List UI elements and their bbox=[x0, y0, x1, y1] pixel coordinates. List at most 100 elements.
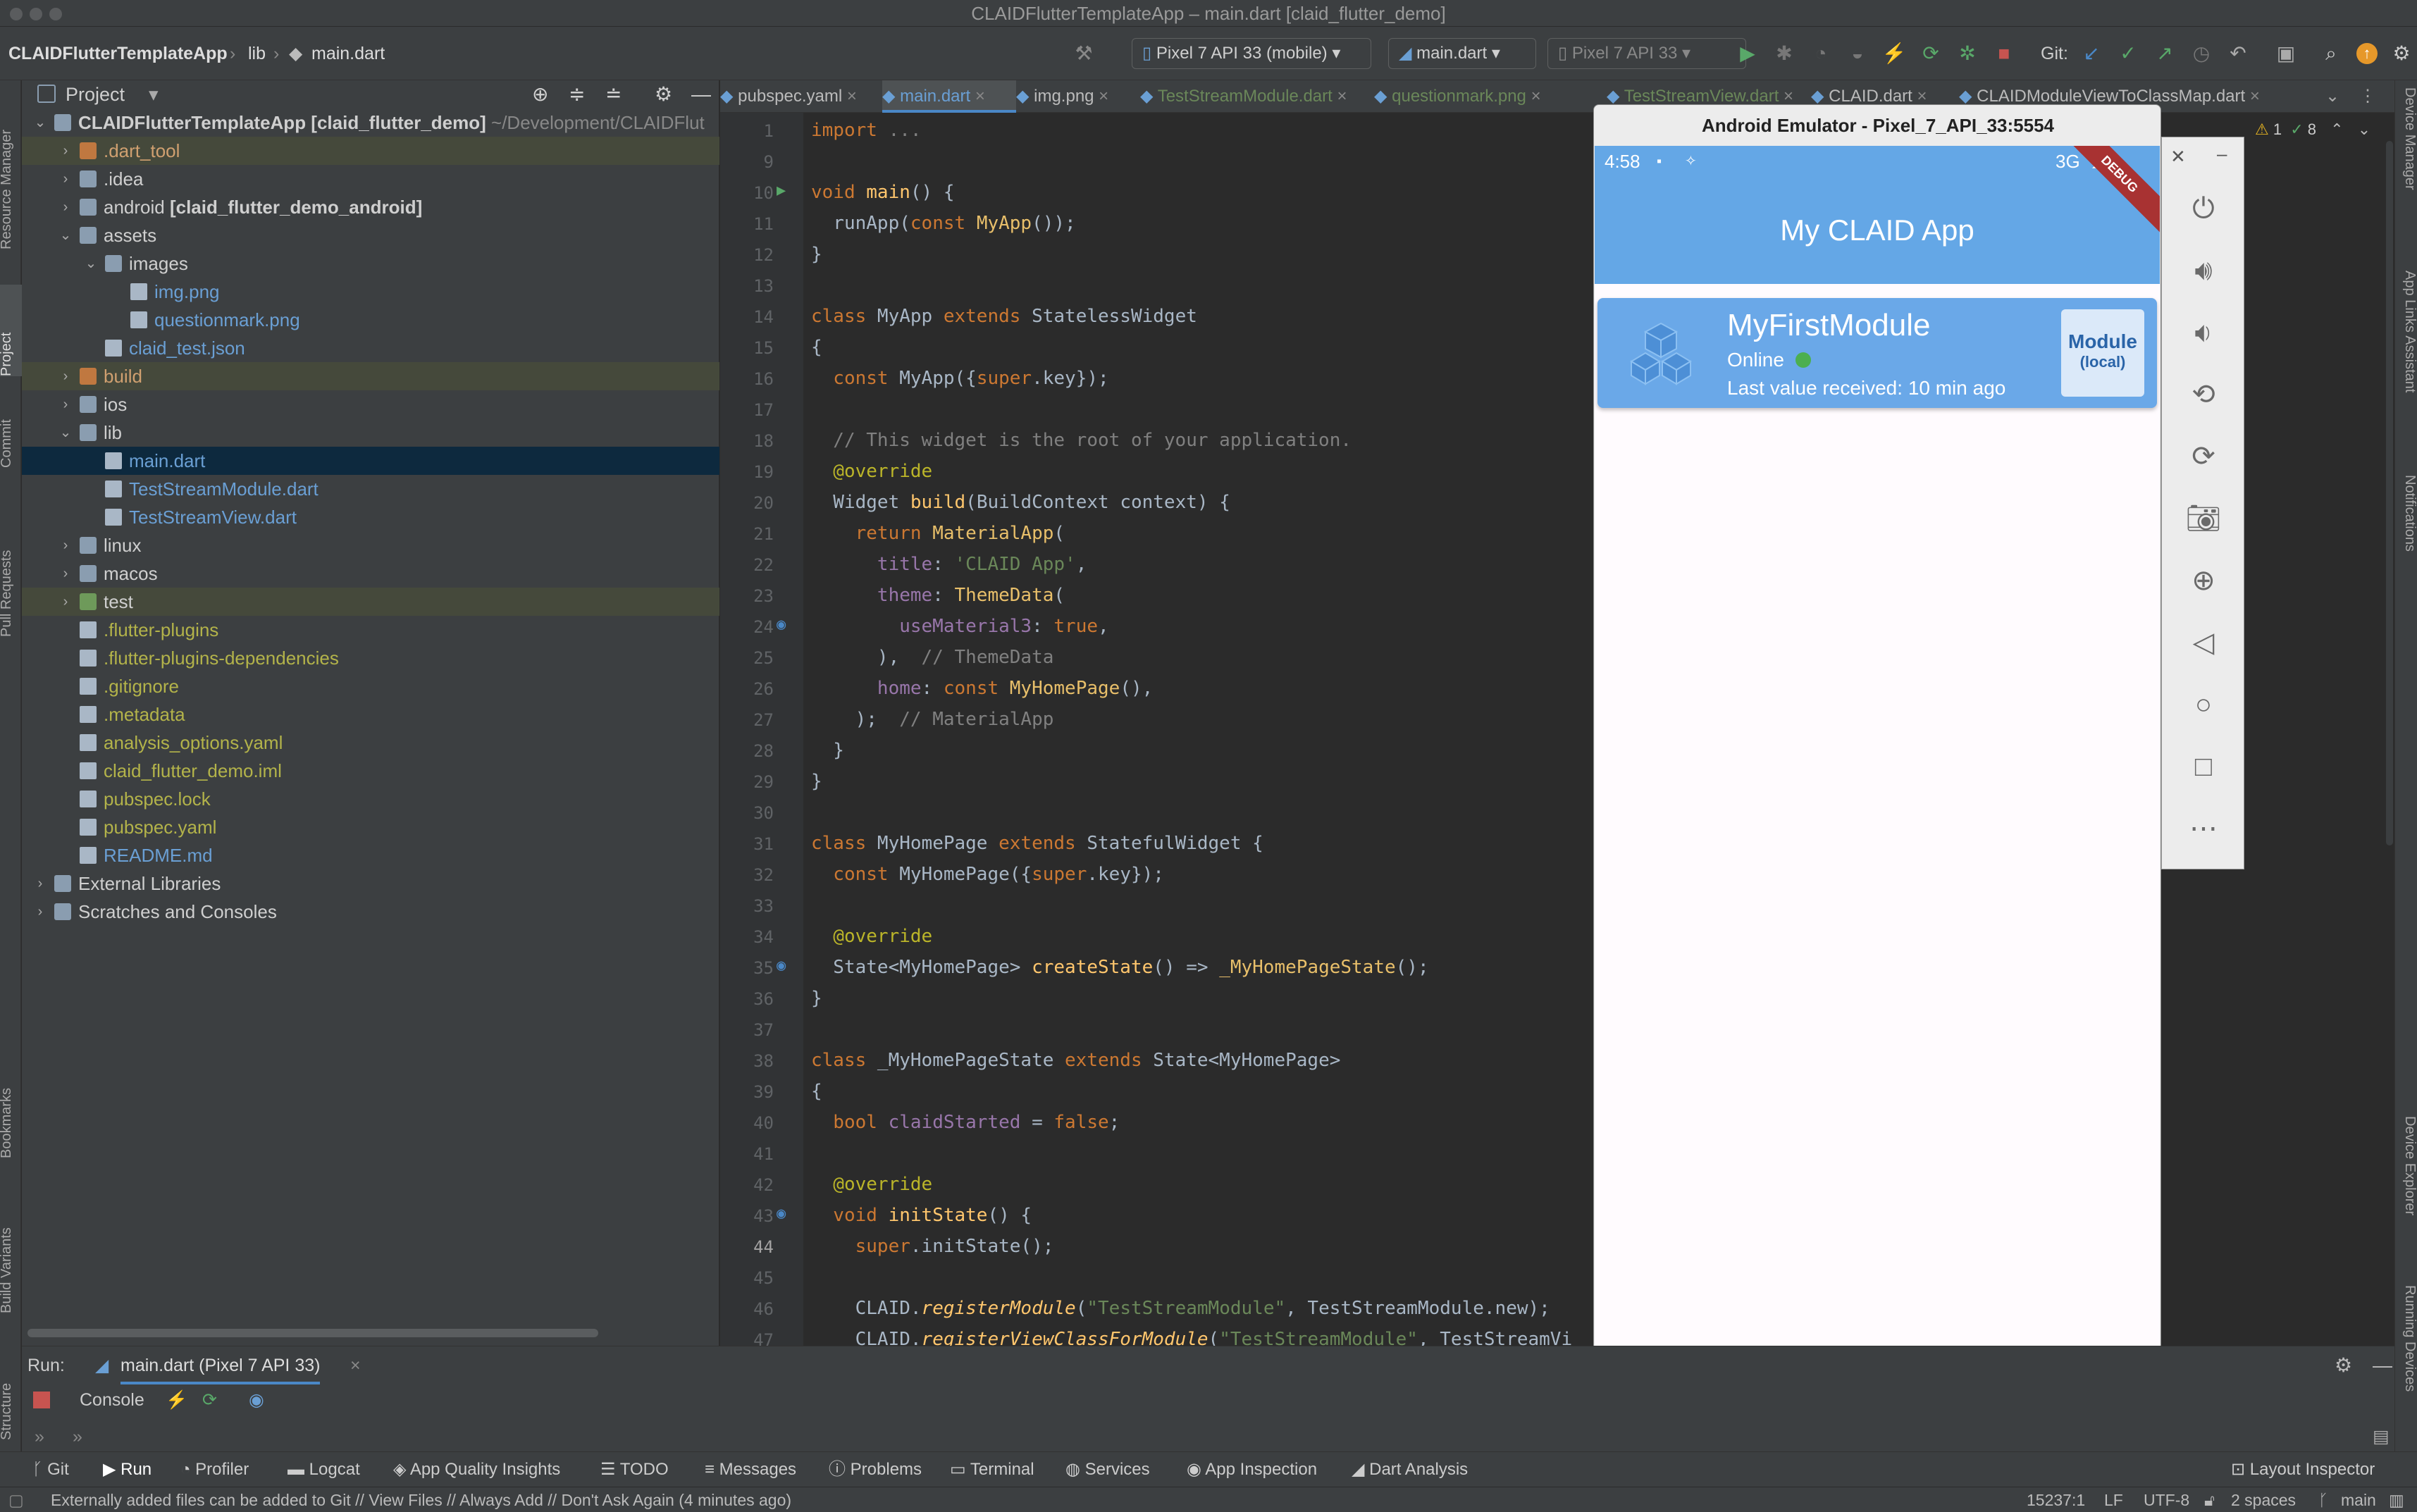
breadcrumb-lib[interactable]: lib bbox=[248, 27, 266, 80]
tree-item[interactable]: .flutter-plugins bbox=[22, 616, 719, 644]
tool-bookmarks[interactable]: Bookmarks bbox=[0, 1046, 23, 1158]
tool-window-button[interactable]: ⓘ Problems bbox=[829, 1452, 922, 1487]
code-line[interactable]: ); // MaterialApp bbox=[811, 709, 1054, 730]
tree-item[interactable]: › ios bbox=[22, 390, 719, 419]
tree-item[interactable]: › External Libraries bbox=[22, 869, 719, 898]
code-line[interactable]: } bbox=[811, 771, 822, 792]
memory-icon[interactable]: ▥ bbox=[2389, 1487, 2404, 1512]
more-tabs-icon[interactable]: ⋮ bbox=[2359, 80, 2376, 113]
settings-icon[interactable]: ⚙ bbox=[655, 80, 672, 109]
code-line[interactable]: title: 'CLAID App', bbox=[811, 554, 1087, 575]
tree-item[interactable]: pubspec.yaml bbox=[22, 813, 719, 841]
code-line[interactable]: useMaterial3: true, bbox=[811, 616, 1108, 637]
chevron-right-icon[interactable]: › bbox=[58, 137, 73, 165]
hammer-icon[interactable]: ⚒ bbox=[1071, 41, 1096, 66]
device-selector[interactable]: ▯ Pixel 7 API 33 (mobile) ▾ bbox=[1132, 38, 1371, 69]
volume-down-icon[interactable]: 🔉︎ bbox=[2183, 312, 2224, 353]
indent-setting[interactable]: 2 spaces bbox=[2231, 1487, 2296, 1512]
code-line[interactable]: ), // ThemeData bbox=[811, 647, 1053, 668]
tree-item[interactable]: ⌄ lib bbox=[22, 419, 719, 447]
devtools-icon[interactable]: ◉ bbox=[249, 1384, 264, 1415]
code-line[interactable]: CLAID.registerModule("TestStreamModule",… bbox=[811, 1298, 1550, 1319]
project-view-selector[interactable]: Project bbox=[66, 80, 125, 109]
code-line[interactable]: @override bbox=[811, 1174, 932, 1195]
tree-item[interactable]: main.dart bbox=[22, 447, 719, 475]
close-tab-icon[interactable]: × bbox=[842, 87, 857, 106]
bug-icon[interactable]: ✲ bbox=[1955, 41, 1980, 66]
tree-item[interactable]: › .dart_tool bbox=[22, 137, 719, 165]
module-local-badge[interactable]: Module (local) bbox=[2061, 309, 2144, 397]
tool-build-variants[interactable]: Build Variants bbox=[0, 1179, 23, 1313]
close-tab-icon[interactable]: × bbox=[1094, 87, 1108, 106]
run-gutter-icon[interactable]: ▶ bbox=[777, 182, 786, 199]
chevron-down-icon[interactable]: ⌄ bbox=[58, 221, 73, 249]
git-branch[interactable]: main bbox=[2341, 1487, 2376, 1512]
breadcrumb-project[interactable]: CLAIDFlutterTemplateApp bbox=[8, 27, 228, 80]
code-line[interactable]: class MyHomePage extends StatefulWidget … bbox=[811, 833, 1263, 854]
chevron-right-icon[interactable]: › bbox=[58, 531, 73, 559]
tree-item[interactable]: › android [claid_flutter_demo_android] bbox=[22, 193, 719, 221]
code-line[interactable]: runApp(const MyApp()); bbox=[811, 213, 1075, 234]
rotate-left-icon[interactable]: ⟲ bbox=[2183, 374, 2224, 415]
tree-item[interactable]: questionmark.png bbox=[22, 306, 719, 334]
code-line[interactable]: bool claidStarted = false; bbox=[811, 1112, 1120, 1133]
tree-item[interactable]: .gitignore bbox=[22, 672, 719, 700]
tool-running-devices[interactable]: Running Devices bbox=[2398, 1285, 2417, 1447]
tool-window-button[interactable]: ◔ Profiler bbox=[180, 1452, 249, 1487]
tool-window-button[interactable]: ▬ Logcat bbox=[288, 1452, 360, 1487]
chevron-down-icon[interactable]: ⌄ bbox=[84, 249, 98, 278]
code-line[interactable]: home: const MyHomePage(), bbox=[811, 678, 1153, 699]
code-line[interactable]: CLAID.registerViewClassForModule("TestSt… bbox=[811, 1329, 1573, 1346]
tree-item[interactable]: › linux bbox=[22, 531, 719, 559]
tool-window-button[interactable]: ▭ Terminal bbox=[950, 1452, 1034, 1487]
tool-window-button[interactable]: ▶ Run bbox=[103, 1452, 152, 1487]
status-toggle-icon[interactable]: ▢ bbox=[8, 1487, 24, 1512]
override-gutter-icon[interactable]: ◉ bbox=[777, 1205, 786, 1222]
chevron-right-icon[interactable]: › bbox=[33, 898, 47, 926]
code-line[interactable]: { bbox=[811, 1081, 822, 1102]
tree-item[interactable]: › macos bbox=[22, 559, 719, 588]
tree-item[interactable]: analysis_options.yaml bbox=[22, 729, 719, 757]
camera-icon[interactable]: 📷︎ bbox=[2183, 498, 2224, 539]
code-line[interactable]: const MyHomePage({super.key}); bbox=[811, 864, 1164, 885]
expand-icon[interactable]: » bbox=[73, 1424, 82, 1449]
power-icon[interactable]: ⏻ bbox=[2183, 188, 2224, 229]
close-tab-icon[interactable]: × bbox=[1779, 87, 1793, 106]
code-line[interactable]: class _MyHomePageState extends State<MyH… bbox=[811, 1050, 1340, 1071]
caret-position[interactable]: 15237:1 bbox=[2027, 1487, 2085, 1512]
override-gutter-icon[interactable]: ◉ bbox=[777, 957, 786, 974]
layout-icon[interactable]: ▤ bbox=[2373, 1424, 2390, 1449]
code-line[interactable]: } bbox=[811, 740, 844, 761]
tree-item[interactable]: TestStreamModule.dart bbox=[22, 475, 719, 503]
hide-panel-icon[interactable]: — bbox=[2373, 1346, 2392, 1384]
close-tab-icon[interactable]: × bbox=[970, 87, 985, 106]
tool-commit[interactable]: Commit bbox=[0, 390, 23, 468]
code-line[interactable]: { bbox=[811, 337, 822, 358]
layout-inspector-button[interactable]: ⊡ Layout Inspector bbox=[2231, 1452, 2375, 1487]
tool-notifications[interactable]: Notifications bbox=[2398, 475, 2417, 602]
expand-icon[interactable]: » bbox=[35, 1424, 44, 1449]
run-icon[interactable]: ▶ bbox=[1735, 41, 1760, 66]
tool-window-button[interactable]: ᚴ Git bbox=[32, 1452, 69, 1487]
volume-up-icon[interactable]: 🔊︎ bbox=[2183, 250, 2224, 291]
update-icon[interactable]: ↑ bbox=[2356, 43, 2378, 64]
tree-item[interactable]: pubspec.lock bbox=[22, 785, 719, 813]
overview-icon[interactable]: □ bbox=[2183, 746, 2224, 787]
git-commit-icon[interactable]: ✓ bbox=[2115, 41, 2141, 66]
horizontal-scrollbar[interactable] bbox=[27, 1329, 598, 1337]
close-tab-icon[interactable]: × bbox=[1526, 87, 1541, 106]
tool-window-button[interactable]: ◉ App Inspection bbox=[1187, 1452, 1317, 1487]
run-config-tab[interactable]: main.dart (Pixel 7 API 33) bbox=[120, 1346, 321, 1384]
hide-panel-icon[interactable]: — bbox=[691, 80, 711, 109]
phone-screen[interactable]: 4:58 ▪ ✧ 3G ◢ My CLAID App DEBUG bbox=[1595, 146, 2160, 1403]
code-line[interactable]: Widget build(BuildContext context) { bbox=[811, 492, 1230, 513]
chevron-right-icon[interactable]: › bbox=[58, 559, 73, 588]
code-line[interactable]: @override bbox=[811, 461, 932, 482]
target-device-selector[interactable]: ▯ Pixel 7 API 33 ▾ bbox=[1547, 38, 1746, 69]
chevron-right-icon[interactable]: › bbox=[58, 390, 73, 419]
tree-item[interactable]: › Scratches and Consoles bbox=[22, 898, 719, 926]
locate-icon[interactable]: ⊕ bbox=[532, 80, 548, 109]
tree-item[interactable]: claid_test.json bbox=[22, 334, 719, 362]
tool-device-manager[interactable]: Device Manager bbox=[2398, 87, 2417, 242]
chevron-down-icon[interactable]: ⌄ bbox=[2358, 120, 2370, 138]
